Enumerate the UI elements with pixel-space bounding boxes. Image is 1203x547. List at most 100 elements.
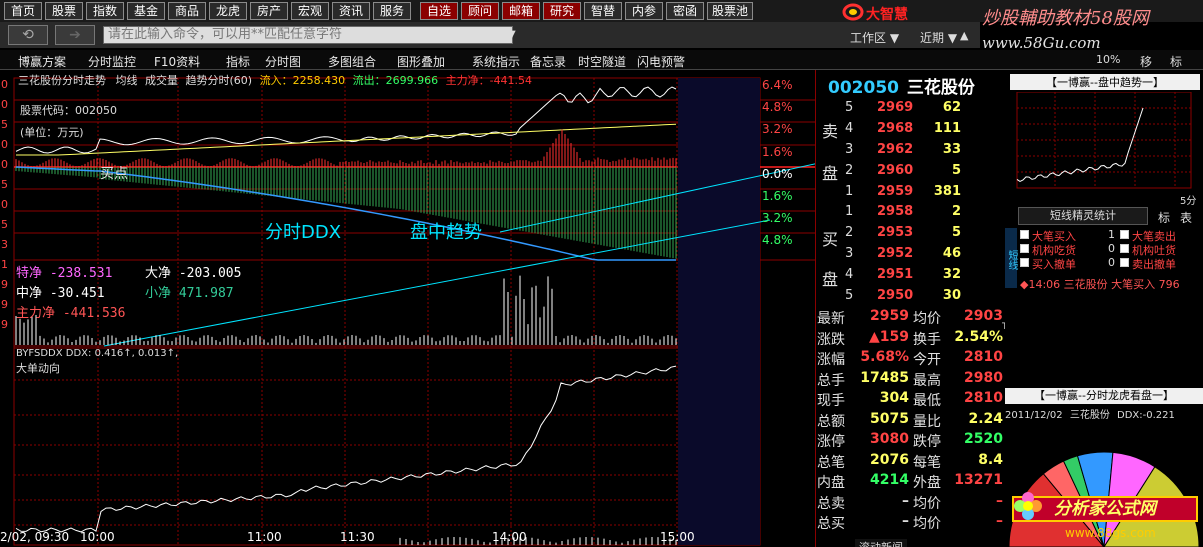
volume-label: 成交量 (145, 74, 178, 87)
toolbar-item[interactable]: 多图组合 (328, 53, 376, 70)
checkbox-icon[interactable] (1020, 258, 1029, 267)
stat-value: 4214 (870, 472, 909, 488)
stat-label: 今开 (913, 349, 941, 369)
check-row: 机构吃货 0 机构吐货 (1020, 242, 1203, 256)
bids-volume: 2 (952, 204, 961, 219)
menu-item[interactable]: 股票池 (707, 2, 753, 20)
annotation-trend: 盘中趋势 (410, 218, 482, 244)
outflow-value: 2699.966 (386, 74, 439, 87)
menu-item[interactable]: 房产 (250, 2, 288, 20)
check-row: 买入撤单 0 卖出撤单 (1020, 256, 1203, 270)
quote-header: 002050 三花股份 (828, 73, 975, 98)
stat-value: 5075 (870, 411, 909, 427)
stat-row: 最新 2959 均价 2903 (815, 308, 1005, 328)
menu-item[interactable]: 顾问 (461, 2, 499, 20)
net-small: 小净 471.987 (145, 282, 234, 301)
flower-icon (1012, 490, 1044, 522)
toolbar-item[interactable]: 系统指示 (472, 53, 520, 70)
asks-row[interactable]: 3 2962 33 (845, 142, 1003, 162)
menu-item[interactable]: 商品 (168, 2, 206, 20)
time-axis: 2/02, 09:30 10:00 11:00 11:30 14:00 15:00 (0, 530, 815, 547)
command-dropdown-icon[interactable]: ▼ (508, 29, 516, 40)
asks-price: 2969 (877, 100, 913, 115)
command-input[interactable]: 请在此输入命令，可以用**匹配任意字符 (103, 26, 513, 44)
menu-item[interactable]: 密函 (666, 2, 704, 20)
toolbar-item[interactable]: 闪电预警 (637, 53, 685, 70)
menu-item[interactable]: 首页 (4, 2, 42, 20)
sprite-tab-2[interactable]: 表 (1180, 209, 1192, 226)
toolbar-item[interactable]: F10资料 (154, 53, 200, 70)
bids-row[interactable]: 2 2953 5 (845, 225, 1003, 245)
left-axis-label: 9 (1, 318, 8, 331)
buy-label-2: 盘 (822, 266, 838, 290)
bids-row[interactable]: 5 2950 30 (845, 288, 1003, 308)
work-area-dropdown[interactable]: 工作区 ▼ (850, 29, 899, 46)
checkbox-icon[interactable] (1020, 244, 1029, 253)
checkbox-icon[interactable] (1120, 230, 1129, 239)
net-small-label: 小净 (145, 286, 171, 301)
sprite-stats-tab[interactable]: 短线精灵统计 (1018, 207, 1148, 225)
bids-row[interactable]: 3 2952 46 (845, 246, 1003, 266)
left-axis-label: 9 (1, 298, 8, 311)
toolbar-item[interactable]: 备忘录 (530, 53, 566, 70)
news-tab[interactable]: 滚动新闻 (855, 539, 907, 547)
menu-item[interactable]: 指数 (86, 2, 124, 20)
toolbar-item[interactable]: 指标 (226, 53, 250, 70)
checkbox-icon[interactable] (1120, 258, 1129, 267)
toolbar-right-a[interactable]: 移 (1140, 53, 1152, 70)
sell-label-2: 盘 (822, 160, 838, 184)
sprite-tab-1[interactable]: 标 (1158, 209, 1170, 226)
asks-row[interactable]: 2 2960 5 (845, 163, 1003, 183)
toolbar-item[interactable]: 博赢方案 (18, 53, 66, 70)
stat-label: 总笔 (817, 452, 845, 472)
stat-value: 2.24 (968, 411, 1003, 427)
forward-arrow-icon: ➔ (69, 27, 81, 43)
asks-row[interactable]: 1 2959 381 (845, 184, 1003, 204)
bids-price: 2951 (877, 267, 913, 282)
toolbar-right-b[interactable]: 标 (1170, 53, 1182, 70)
asks-row[interactable]: 4 2968 111 (845, 121, 1003, 141)
stock-code-label: 股票代码：002050 (20, 102, 117, 118)
menu-item[interactable]: 智替 (584, 2, 622, 20)
menu-item[interactable]: 自选 (420, 2, 458, 20)
toolbar-item[interactable]: 分时图 (265, 53, 301, 70)
stat-row: 内盘 4214 外盘 13271 (815, 472, 1005, 492)
checkbox-icon[interactable] (1120, 244, 1129, 253)
forward-button[interactable]: ➔ (55, 25, 95, 45)
menu-item[interactable]: 宏观 (291, 2, 329, 20)
menu-item[interactable]: 研究 (543, 2, 581, 20)
sprite-alert[interactable]: ◆14:06 三花股份 大笔买入 796 (1020, 276, 1180, 292)
bids-row[interactable]: 4 2951 32 (845, 267, 1003, 287)
stat-label: 外盘 (913, 472, 941, 492)
menu-item[interactable]: 内参 (625, 2, 663, 20)
recent-dropdown[interactable]: 近期 ▼ (920, 29, 957, 46)
app-logo-icon (842, 3, 864, 21)
left-axis-label: 5 (1, 218, 8, 231)
menu-item[interactable]: 服务 (373, 2, 411, 20)
menu-item[interactable]: 邮箱 (502, 2, 540, 20)
menu-item[interactable]: 资讯 (332, 2, 370, 20)
window-controls[interactable]: ▲ (960, 29, 968, 42)
toolbar-item[interactable]: 时空隧道 (578, 53, 626, 70)
menu-item[interactable]: 基金 (127, 2, 165, 20)
toolbar-item[interactable]: 图形叠加 (397, 53, 445, 70)
back-button[interactable]: ⟲ (8, 25, 48, 45)
mini-trend-chart[interactable] (1005, 92, 1203, 204)
mini-frame (1017, 92, 1191, 188)
asks-price: 2968 (877, 121, 913, 136)
menu-item[interactable]: 股票 (45, 2, 83, 20)
check-label[interactable]: 买入撤单 (1032, 256, 1076, 272)
menu-item[interactable]: 龙虎 (209, 2, 247, 20)
bids-row[interactable]: 1 2958 2 (845, 204, 1003, 224)
check-label[interactable]: 卖出撤单 (1132, 256, 1176, 272)
zoom-level[interactable]: 10% (1096, 53, 1120, 66)
bids-volume: 5 (952, 225, 961, 240)
sprite-side-tab[interactable]: 短线 (1005, 228, 1017, 288)
stat-row: 涨幅 5.68% 今开 2810 (815, 349, 1005, 369)
minimize-icon[interactable]: ▲ (960, 29, 968, 42)
stat-label: 涨跌 (817, 329, 845, 349)
asks-row[interactable]: 5 2969 62 (845, 100, 1003, 120)
checkbox-icon[interactable] (1020, 230, 1029, 239)
toolbar-item[interactable]: 分时监控 (88, 53, 136, 70)
ad-url[interactable]: www.88gs.com (1065, 526, 1156, 540)
